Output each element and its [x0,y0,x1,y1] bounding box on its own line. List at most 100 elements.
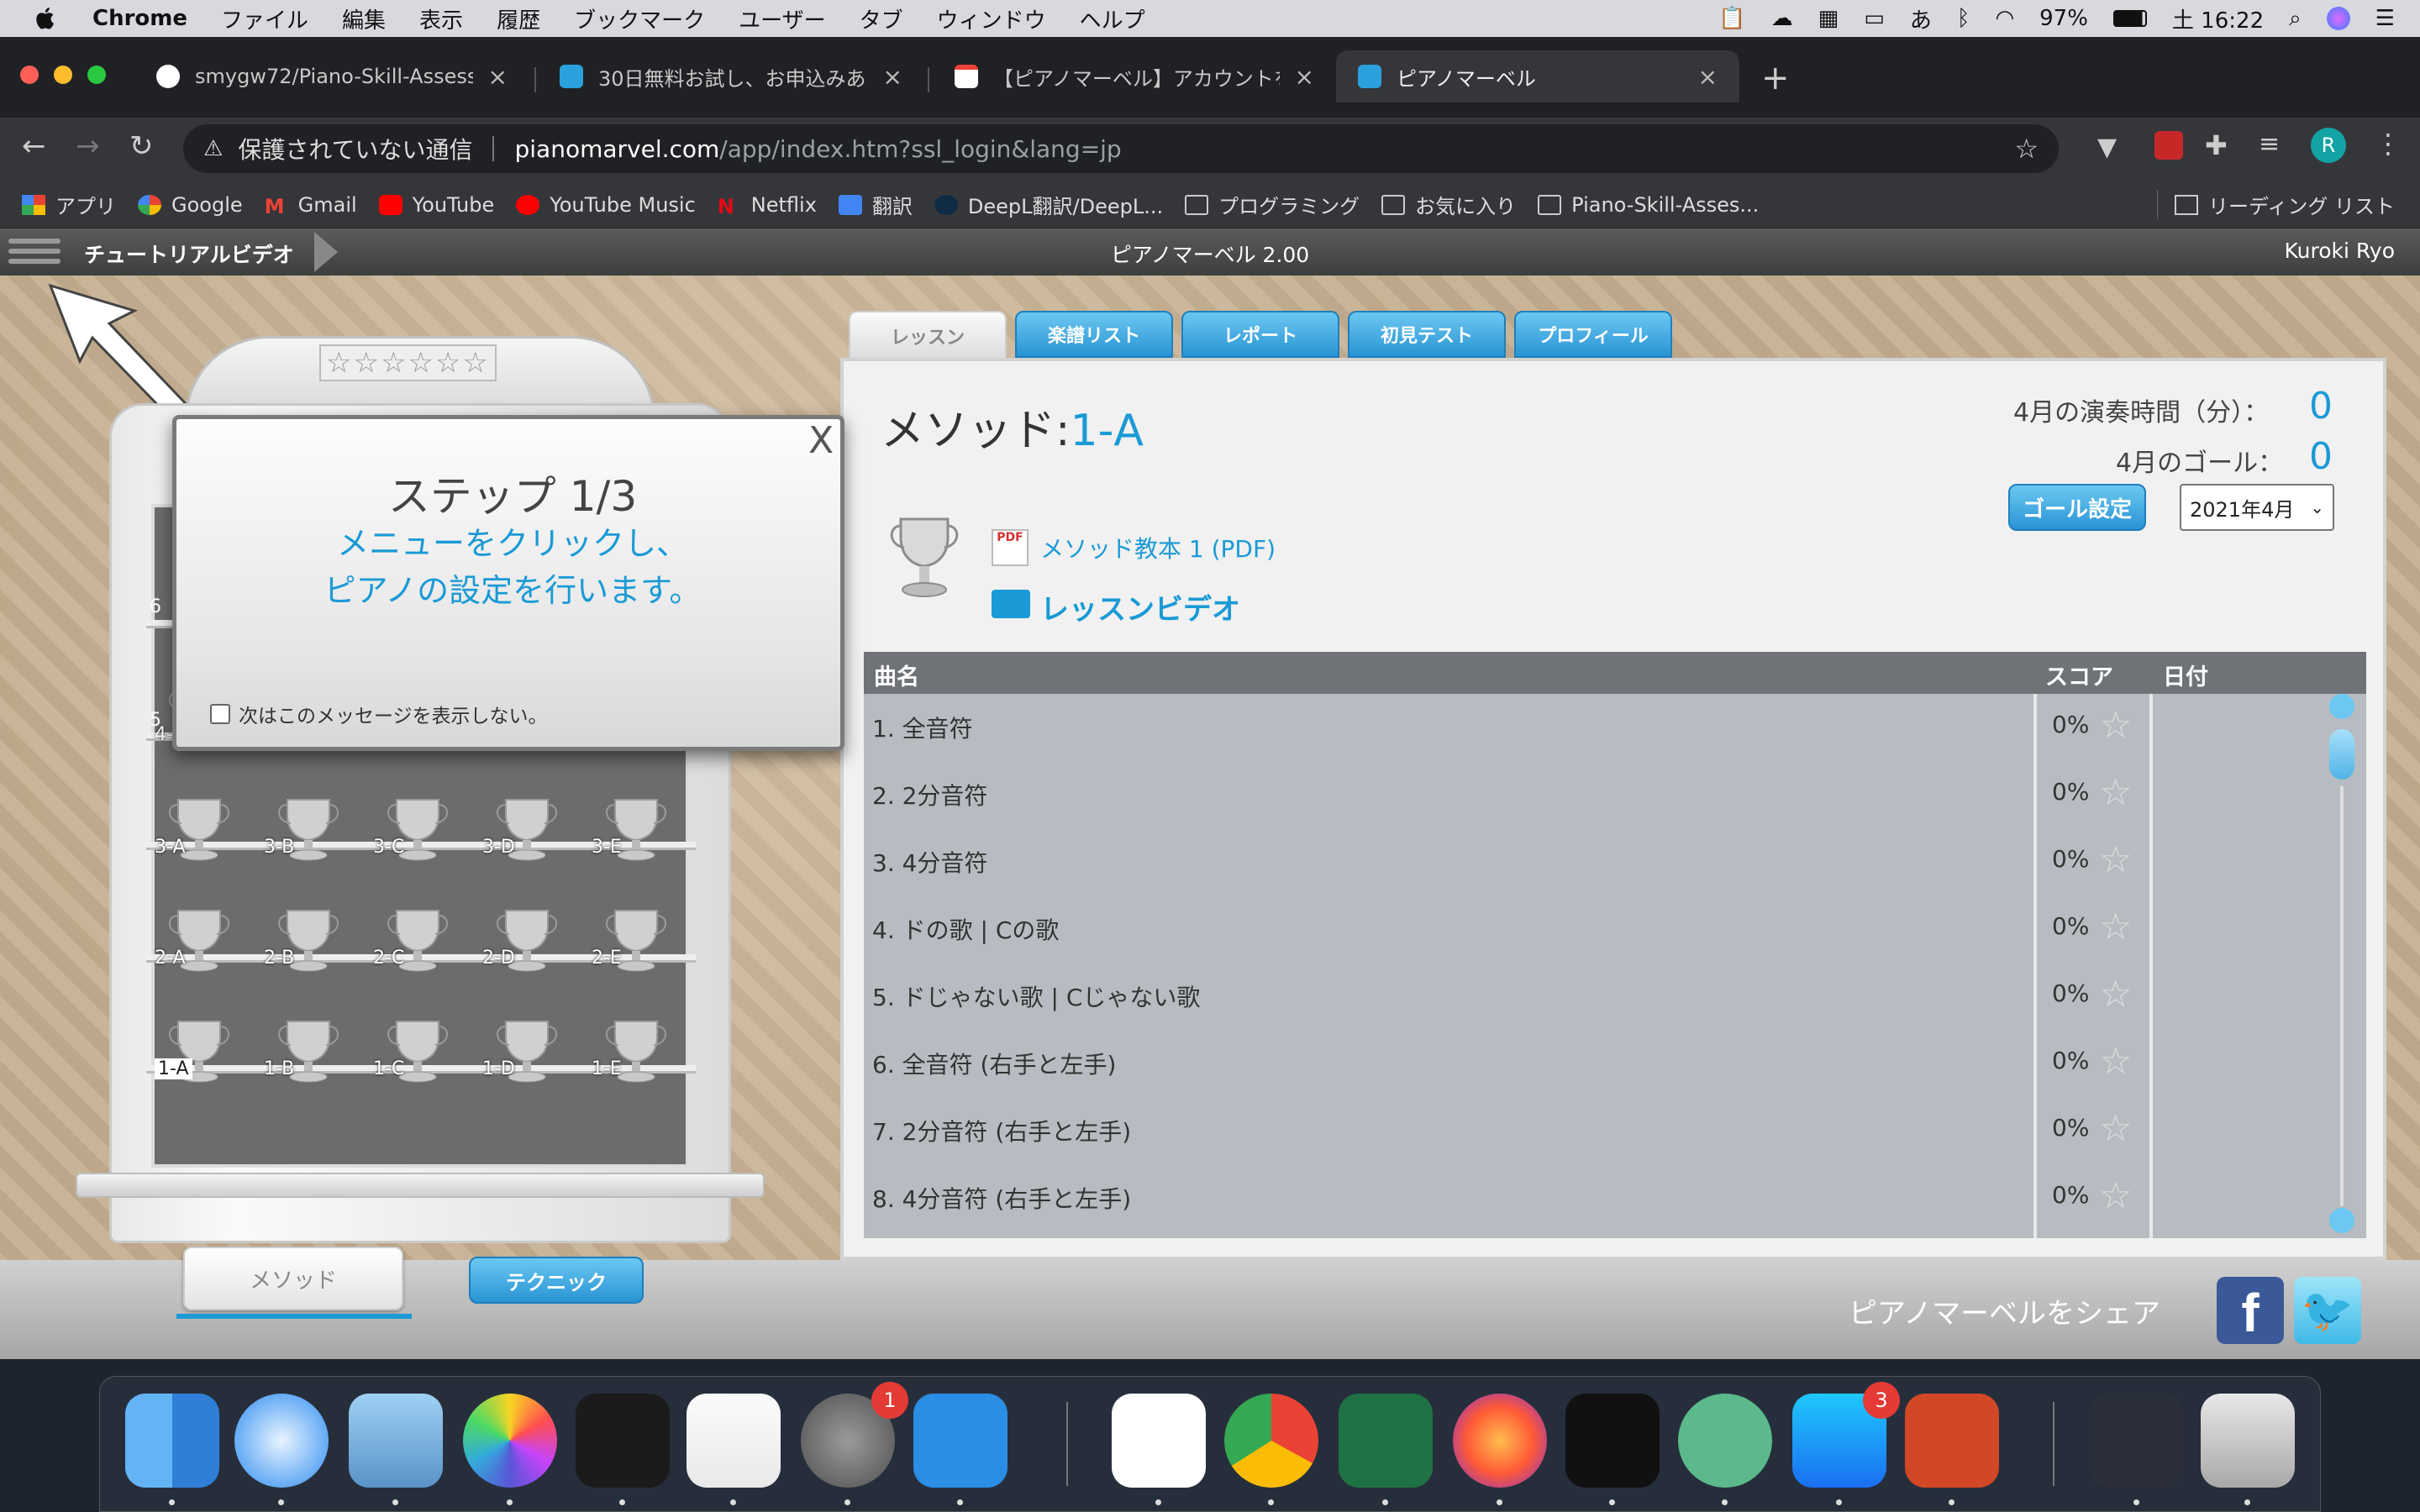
goal-setting-button[interactable]: ゴール設定 [2008,484,2146,531]
song-row[interactable]: 7. 2分音符 (右手と左手) 0% ☆ [864,1097,2366,1164]
facebook-icon[interactable]: f [2217,1277,2284,1344]
clipboard-icon[interactable]: 📋 [1718,6,1745,31]
song-row[interactable]: 4. ドの歌 | Cの歌 0% ☆ [864,895,2366,963]
bookmark-netflix[interactable]: N Netflix [718,193,817,218]
dock-iterm-icon[interactable] [1565,1394,1660,1488]
menu-history[interactable]: 履歴 [497,3,540,34]
browser-tab[interactable]: 【ピアノマーベル】アカウントをこ × [933,50,1336,102]
bookmark-translate[interactable]: 翻訳 [838,190,913,219]
bookmark-deepl[interactable]: DeepL翻訳/DeepL... [934,190,1163,219]
dock-window-preview-icon[interactable] [2090,1394,2184,1488]
bookmark-folder-piano[interactable]: Piano-Skill-Asses... [1538,193,1759,217]
spotlight-search-icon[interactable]: ⌕ [2289,6,2302,32]
song-row[interactable]: 5. ドじゃない歌 | Cじゃない歌 0% ☆ [864,963,2366,1030]
bookmark-folder-favorites[interactable]: お気に入り [1381,190,1516,219]
song-row[interactable]: 6. 全音符 (右手と左手) 0% ☆ [864,1030,2366,1097]
bluetooth-icon[interactable]: ᛒ [1957,6,1970,31]
menu-view[interactable]: 表示 [419,3,463,34]
apple-icon[interactable] [34,6,59,31]
song-name[interactable]: 1. 全音符 [872,711,973,744]
security-status[interactable]: 保護されていない通信 [238,132,472,165]
bookmark-star-icon[interactable]: ☆ [2014,133,2039,165]
profile-avatar[interactable]: R [2311,128,2346,163]
bookmark-youtube-music[interactable]: YouTube Music [516,193,696,217]
grid-icon[interactable]: ▦ [1818,6,1839,31]
scroll-thumb[interactable] [2329,729,2354,780]
dock-excel-icon[interactable] [1339,1394,1433,1488]
control-center-icon[interactable]: ☰ [2375,6,2395,31]
browser-tab-active[interactable]: ピアノマーベル × [1336,50,1739,102]
bookmark-gmail[interactable]: M Gmail [265,193,357,218]
menu-edit[interactable]: 編集 [342,3,386,34]
extension-v-icon[interactable]: ▼ [2097,133,2117,162]
menu-window[interactable]: ウィンドウ [937,3,1046,34]
bookmark-folder-programming[interactable]: プログラミング [1185,190,1360,219]
menu-help[interactable]: ヘルプ [1080,3,1145,34]
tab-close-icon[interactable]: × [1295,63,1314,91]
scrollbar[interactable] [2328,694,2358,1238]
browser-tab[interactable]: 30日無料お試し、お申込みありが × [538,50,924,102]
song-name[interactable]: 5. ドじゃない歌 | Cじゃない歌 [872,979,1200,1013]
video-camera-icon[interactable] [992,590,1030,618]
scroll-up-icon[interactable] [2329,694,2354,719]
month-select[interactable]: 2021年4月 ⌄ [2180,484,2334,531]
browser-tab[interactable]: smygw72/Piano-Skill-Assessm × [134,50,529,102]
menu-users[interactable]: ユーザー [739,3,825,34]
song-name[interactable]: 7. 2分音符 (右手と左手) [872,1114,1131,1147]
song-row[interactable]: 1. 全音符 0% ☆ [864,694,2366,761]
song-name[interactable]: 2. 2分音符 [872,778,987,811]
window-zoom-button[interactable] [87,66,106,84]
menu-bookmarks[interactable]: ブックマーク [574,3,705,34]
tab-close-icon[interactable]: × [488,63,508,91]
technique-tab-button[interactable]: テクニック [469,1257,644,1304]
dock-finder-icon[interactable] [125,1394,219,1488]
dock-vscode-icon[interactable] [913,1394,1007,1488]
dock-safari-icon[interactable] [234,1394,329,1488]
dont-show-again-checkbox[interactable] [210,704,230,724]
song-row[interactable]: 3. 4分音符 0% ☆ [864,828,2366,895]
dock-slack-icon[interactable] [1112,1394,1206,1488]
tab-close-icon[interactable]: × [883,63,902,91]
tab-profile[interactable]: プロフィール [1514,311,1672,358]
scroll-down-icon[interactable] [2329,1208,2354,1233]
back-arrow-icon[interactable]: ← [22,129,46,163]
bookmark-apps[interactable]: アプリ [22,190,116,219]
reading-list-button[interactable]: リーディング リスト [2157,190,2395,219]
tab-lesson[interactable]: レッスン [849,311,1007,361]
menu-file[interactable]: ファイル [221,3,308,34]
battery-icon[interactable] [2112,10,2147,27]
new-tab-icon[interactable]: + [1761,59,1790,97]
dock-terminal-icon[interactable] [576,1394,670,1488]
wifi-icon[interactable]: ◠ [1995,6,2014,31]
menu-clock[interactable]: 土 16:22 [2172,3,2264,34]
extension-red-icon[interactable] [2154,131,2183,160]
address-bar[interactable]: ⚠ 保護されていない通信 pianomarvel.com /app/index.… [183,124,2059,173]
lesson-video-link[interactable]: レッスンビデオ [1040,586,1240,627]
dock-powerpoint-icon[interactable] [1905,1394,1999,1488]
dock-music-icon[interactable] [687,1394,781,1488]
song-name[interactable]: 3. 4分音符 [872,845,987,879]
cloud-icon[interactable]: ☁ [1771,6,1793,31]
dock-firefox-icon[interactable] [1453,1394,1547,1488]
song-row[interactable]: 2. 2分音符 0% ☆ [864,761,2366,828]
airplay-icon[interactable]: ▭ [1864,6,1885,31]
window-close-button[interactable] [20,66,39,84]
tab-score-list[interactable]: 楽譜リスト [1015,311,1173,358]
song-name[interactable]: 4. ドの歌 | Cの歌 [872,912,1059,946]
song-row[interactable]: 8. 4分音符 (右手と左手) 0% ☆ [864,1164,2366,1231]
bookmark-google[interactable]: Google [138,193,243,217]
forward-arrow-icon[interactable]: → [76,129,100,163]
song-name[interactable]: 6. 全音符 (右手と左手) [872,1047,1116,1080]
tab-report[interactable]: レポート [1181,311,1339,358]
song-name[interactable]: 8. 4分音符 (右手と左手) [872,1181,1131,1215]
reload-icon[interactable]: ↻ [129,129,154,163]
method-book-pdf-link[interactable]: メソッド教本 1 (PDF) [1040,531,1276,564]
tab-sight-reading[interactable]: 初見テスト [1348,311,1506,358]
dialog-close-button[interactable]: X [808,419,834,462]
window-minimize-button[interactable] [54,66,72,84]
dont-show-again-option[interactable]: 次はこのメッセージを表示しない。 [210,700,548,728]
bookmark-youtube[interactable]: YouTube [378,193,494,217]
menu-tab[interactable]: タブ [860,3,903,34]
dock-atom-icon[interactable] [1678,1394,1772,1488]
menu-app-name[interactable]: Chrome [92,6,187,31]
